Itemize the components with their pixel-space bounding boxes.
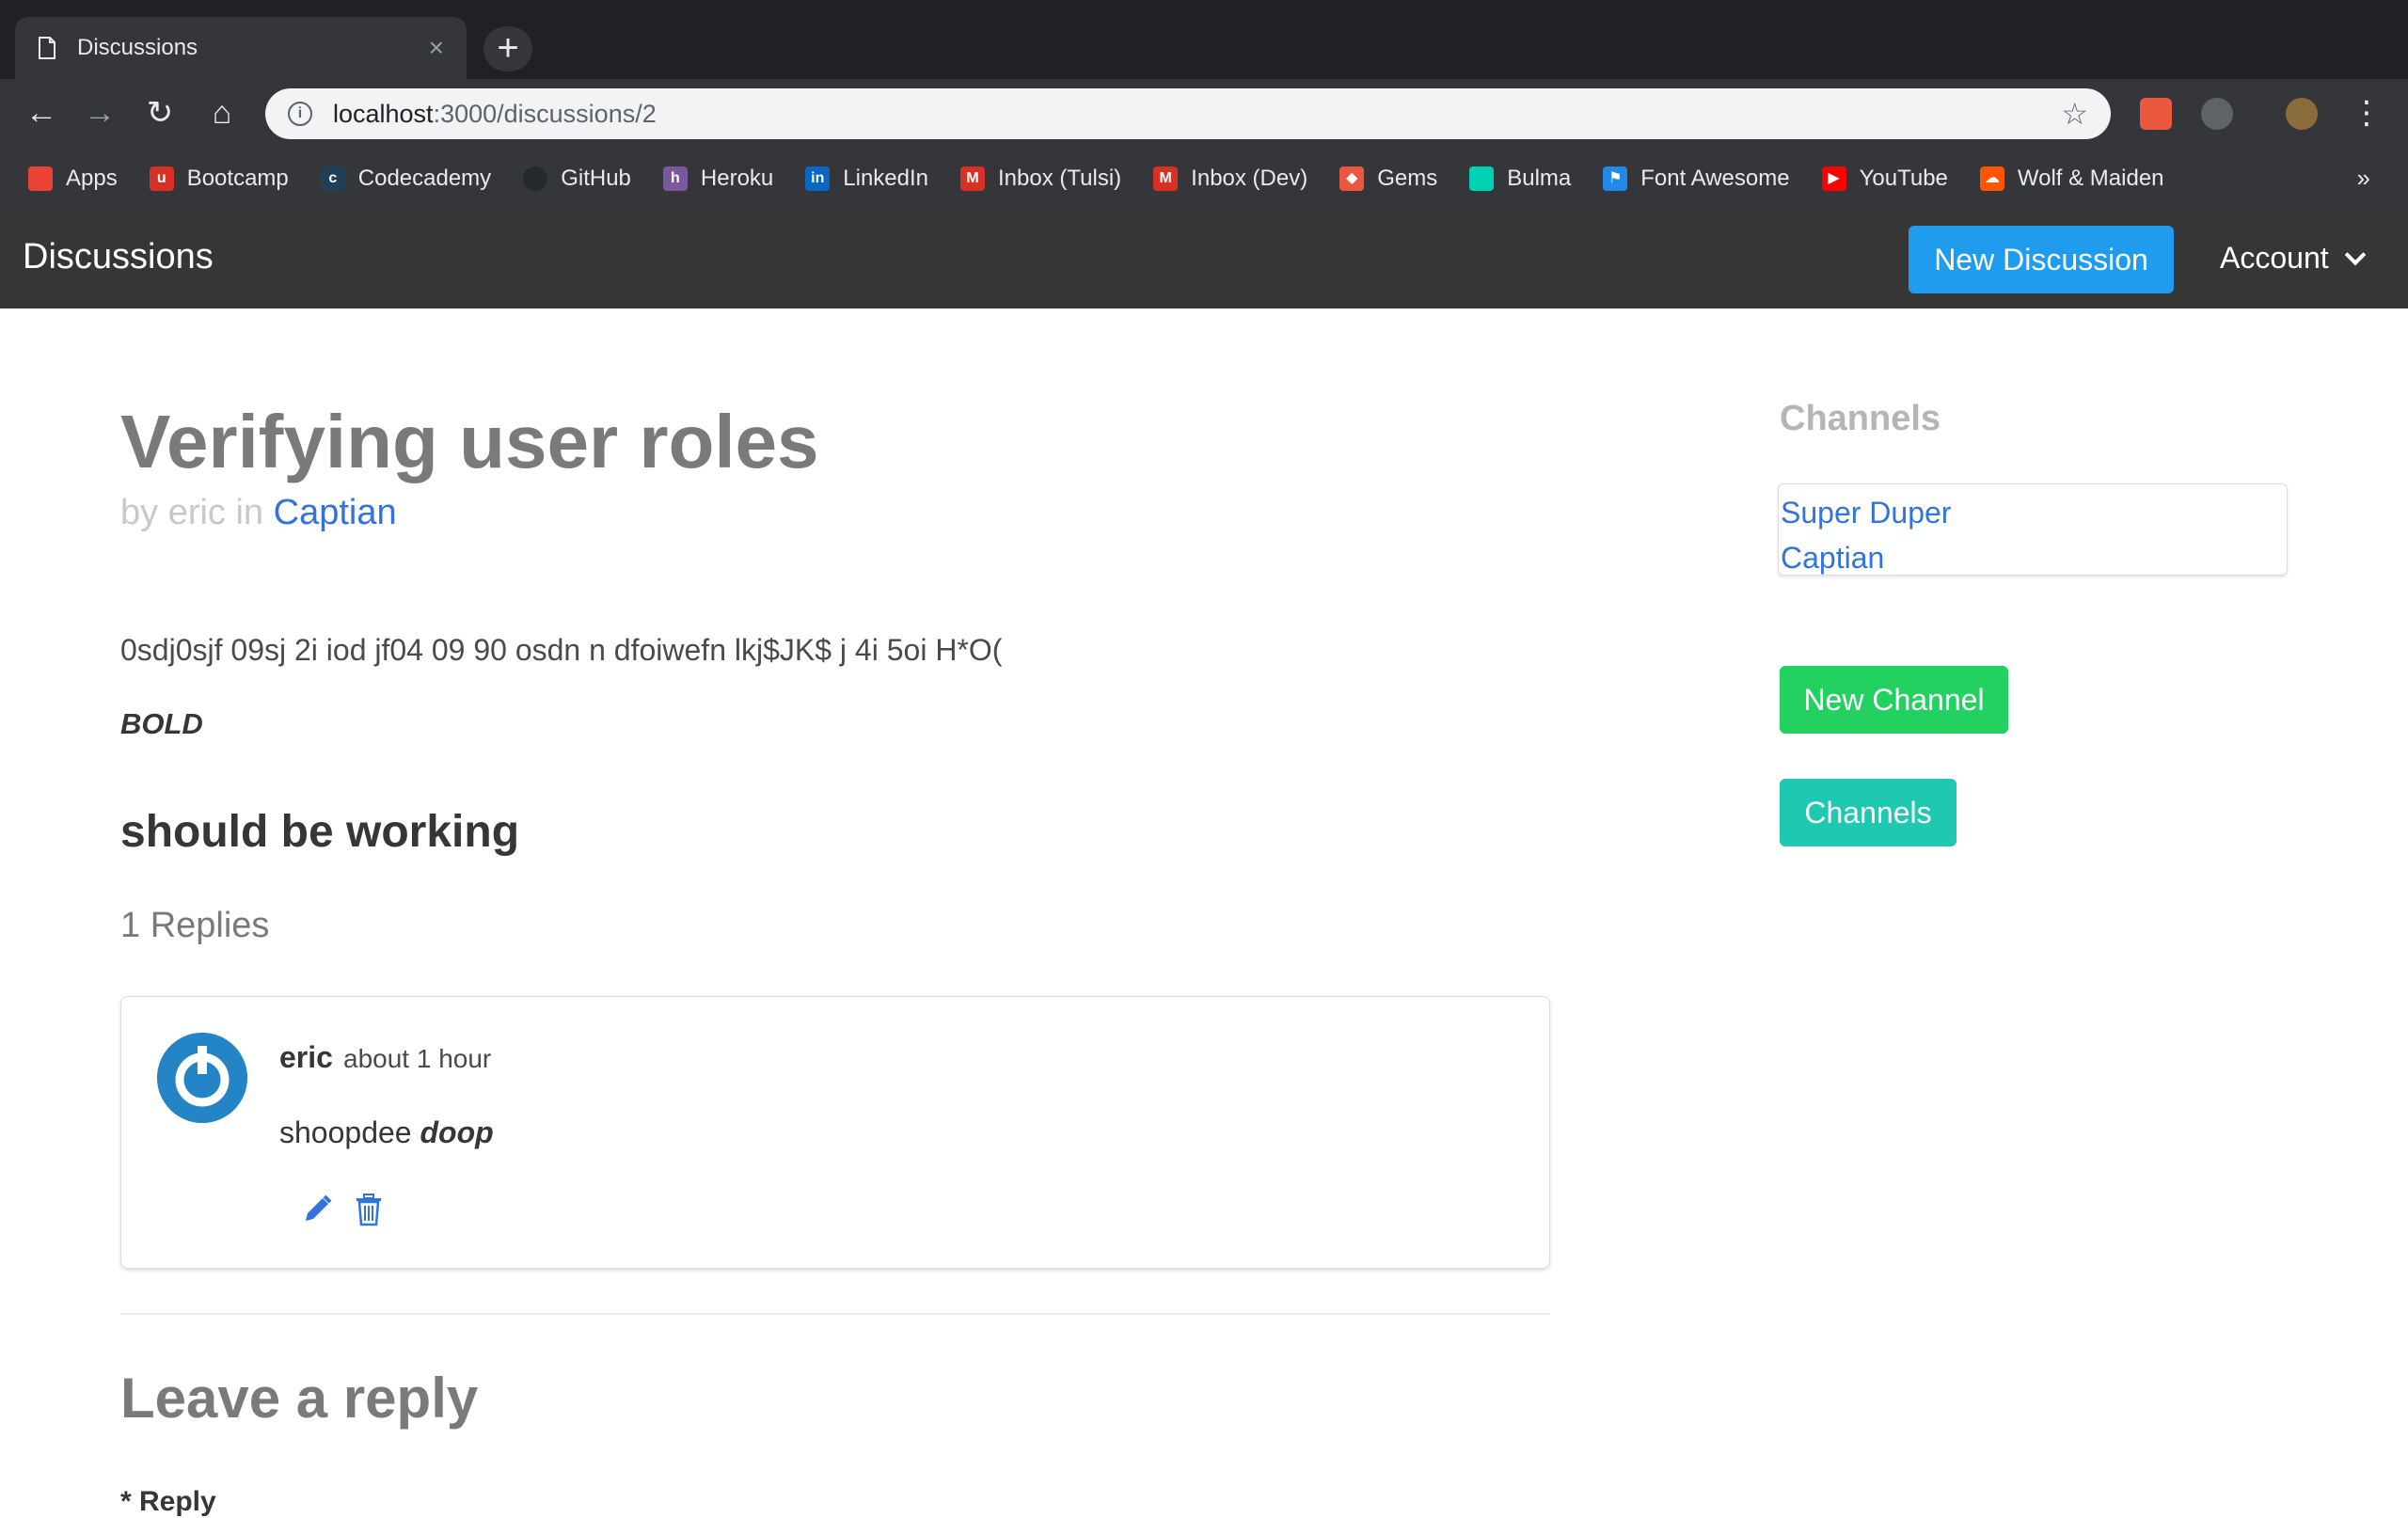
bookmark-label: LinkedIn [843,166,929,191]
bootcamp-icon: u [149,166,174,191]
browser-toolbar: ← → ↻ ⌂ i localhost:3000/discussions/2 ☆… [0,79,2408,149]
forward-icon[interactable]: → [79,92,120,134]
bookmark-label: Inbox (Dev) [1191,166,1308,191]
url-text[interactable]: localhost:3000/discussions/2 [333,100,2061,129]
bookmark-star-icon[interactable]: ☆ [2061,96,2088,132]
bookmark-wolf-maiden[interactable]: ☁ Wolf & Maiden [1979,166,2164,192]
channels-heading: Channels [1780,399,1941,438]
avatar [157,1033,247,1123]
linkedin-icon: in [805,166,831,191]
chevron-down-icon [2344,244,2366,265]
sync-extension-icon[interactable] [2201,98,2233,130]
bookmark-apps[interactable]: Apps [28,166,118,192]
trash-delete-icon[interactable] [355,1193,383,1226]
replies-count: 1 Replies [120,906,270,945]
bookmark-label: Font Awesome [1640,166,1790,191]
gmail-icon: M [1153,166,1179,191]
bookmark-label: Inbox (Tulsi) [998,166,1122,191]
url-path: :3000/discussions/2 [433,99,657,128]
url-host: localhost [333,99,434,128]
bookmark-label: GitHub [561,166,631,191]
bookmarks-bar: Apps u Bootcamp c Codecademy GitHub h Herok… [0,149,2408,209]
discussion-byline: by eric in Captian [120,493,397,533]
site-info-icon[interactable]: i [288,102,312,126]
browser-tabstrip: Discussions × + [0,0,2408,79]
bookmark-linkedin[interactable]: in LinkedIn [805,166,928,192]
channel-item-super-duper[interactable]: Super Duper [1779,490,2287,535]
address-bar[interactable]: i localhost:3000/discussions/2 ☆ [265,88,2111,139]
discussion-body-text: 0sdj0sjf 09sj 2i iod jf04 09 90 osdn n d… [120,633,1003,667]
bookmark-label: Codecademy [357,166,492,191]
account-label: Account [2220,241,2329,275]
youtube-icon: ▶ [1821,166,1846,191]
bookmark-bootcamp[interactable]: u Bootcamp [149,166,289,192]
channel-list: Super Duper Captian [1778,483,2288,576]
bookmark-github[interactable]: GitHub [523,166,631,192]
bookmark-youtube[interactable]: ▶ YouTube [1821,166,1948,192]
leave-reply-heading: Leave a reply [120,1367,479,1430]
channels-button[interactable]: Channels [1780,779,1956,846]
bulma-icon [1469,166,1495,191]
bookmark-heroku[interactable]: h Heroku [662,166,774,192]
home-icon[interactable]: ⌂ [201,92,243,134]
bookmark-gems[interactable]: ◆ Gems [1339,166,1437,192]
bookmark-label: Bulma [1507,166,1572,191]
new-channel-button[interactable]: New Channel [1780,666,2008,734]
soundcloud-icon: ☁ [1979,166,2004,191]
reply-timestamp: about 1 hour [343,1044,492,1073]
account-dropdown[interactable]: Account [2220,241,2366,276]
bookmark-label: Apps [66,166,118,191]
browser-tab[interactable]: Discussions × [15,17,467,79]
new-discussion-button[interactable]: New Discussion [1909,226,2174,293]
menu-kebab-icon[interactable]: ⋮ [2346,92,2387,134]
bookmark-bulma[interactable]: Bulma [1469,166,1571,192]
new-tab-button[interactable]: + [483,26,532,71]
discussion-body-bold: BOLD [120,707,203,740]
apps-grid-icon [28,166,53,191]
bookmark-font-awesome[interactable]: ⚑ Font Awesome [1603,166,1790,192]
reply-text-bold: doop [420,1115,494,1149]
bookmarks-overflow-icon[interactable]: » [2357,164,2370,193]
bookmark-label: YouTube [1859,166,1948,191]
bookmark-label: Wolf & Maiden [2017,166,2164,191]
channel-item-captian[interactable]: Captian [1779,535,2287,580]
brand-link[interactable]: Discussions [23,237,214,277]
profile-avatar-icon[interactable] [2286,98,2318,130]
github-icon [523,166,548,191]
discussion-title: Verifying user roles [120,400,819,483]
page-icon [39,37,55,59]
bookmark-codecademy[interactable]: c Codecademy [320,166,492,192]
heroku-icon: h [662,166,688,191]
reply-field-label: * Reply [120,1486,216,1517]
reload-icon[interactable]: ↻ [139,92,181,134]
bookmark-inbox-tulsi[interactable]: M Inbox (Tulsi) [960,166,1121,192]
pencil-edit-icon[interactable] [300,1193,334,1226]
close-tab-icon[interactable]: × [429,33,444,63]
bookmark-label: Bootcamp [186,166,289,191]
gmail-icon: M [960,166,986,191]
byline-prefix: by eric in [120,493,264,532]
bookmark-label: Gems [1377,166,1438,191]
rubygems-icon: ◆ [1339,166,1365,191]
back-icon[interactable]: ← [21,92,62,134]
bookmark-inbox-dev[interactable]: M Inbox (Dev) [1153,166,1307,192]
font-awesome-icon: ⚑ [1603,166,1628,191]
reply-card: eric about 1 hour shoopdee doop [120,996,1550,1269]
bookmark-label: Heroku [700,166,774,191]
reply-author: eric [279,1040,333,1074]
discussion-body-heading: should be working [120,807,520,857]
codecademy-icon: c [320,166,345,191]
tab-title: Discussions [77,35,198,60]
office-extension-icon[interactable] [2140,98,2172,130]
reply-body: shoopdee doop [279,1115,494,1150]
app-navbar: Discussions New Discussion Account [0,209,2408,308]
channel-link[interactable]: Captian [274,493,397,532]
section-divider [120,1313,1550,1315]
reply-text: shoopdee [279,1115,412,1149]
